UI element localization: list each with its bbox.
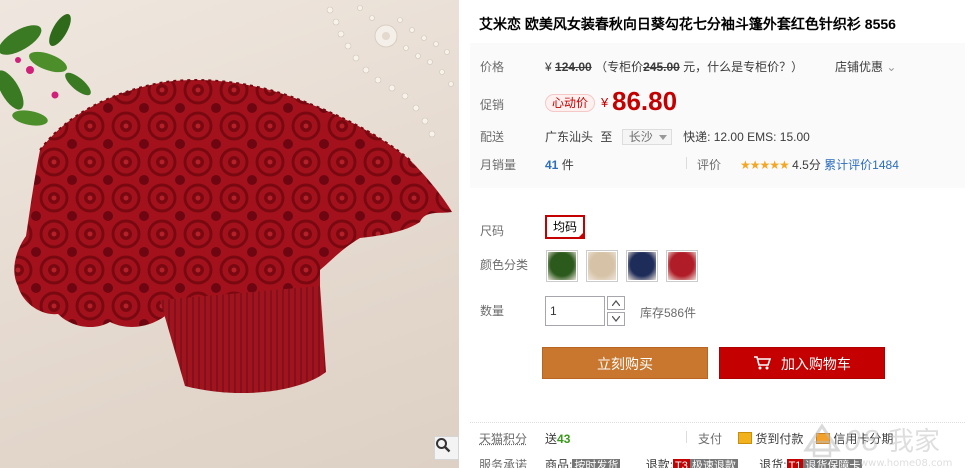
watermark-number: 08	[844, 424, 880, 457]
rating-score: 4.5分	[792, 158, 821, 172]
destination-city-select[interactable]: 长沙	[621, 129, 672, 145]
quantity-label: 数量	[480, 304, 505, 318]
original-price-row: ¥ 124.00 （专柜价245.00 元，什么是专柜价？）	[545, 58, 803, 75]
color-swatch-red[interactable]	[666, 250, 698, 282]
monthly-sales-unit: 件	[561, 158, 574, 172]
original-price: 124.00	[555, 60, 592, 74]
shipping-fees: 快递: 12.00 EMS: 15.00	[683, 130, 810, 144]
zoom-button[interactable]	[434, 436, 459, 460]
counter-price-help-link[interactable]: 什么是专柜价？	[707, 60, 791, 74]
quantity-decrease-button[interactable]	[607, 312, 625, 326]
promo-yen-symbol: ¥	[601, 95, 609, 110]
add-to-cart-label: 加入购物车	[780, 356, 851, 372]
caret-up-icon	[612, 300, 620, 306]
color-swatch-navy[interactable]	[626, 250, 658, 282]
shop-promo-dropdown[interactable]: 店铺优惠 ⌄	[835, 58, 896, 75]
watermark-url: www.home08.com	[860, 458, 952, 468]
color-swatch-green[interactable]	[546, 250, 578, 282]
stock-count: 库存586件	[640, 306, 697, 320]
shipping-row: 广东汕头 至 长沙 快递: 12.00 EMS: 15.00	[545, 128, 810, 145]
monthly-sales-label: 月销量	[480, 158, 517, 172]
service-refund-label: 退款:	[645, 458, 674, 468]
price-label: 价格	[480, 60, 505, 74]
caret-down-icon	[612, 316, 620, 322]
points-prefix: 送	[545, 432, 558, 446]
promo-price: 86.80	[612, 86, 678, 116]
buy-now-label: 立刻购买	[597, 356, 653, 372]
service-goods-tag[interactable]: 按时发货	[572, 459, 621, 468]
size-label: 尺码	[480, 224, 505, 238]
watermark-text: 我家	[888, 427, 940, 457]
pay-cod[interactable]: 货到付款	[738, 430, 803, 447]
swatch-image	[548, 252, 576, 280]
monthly-sales: 41 件	[545, 156, 574, 173]
points-value: 43	[557, 432, 571, 446]
promo-badge: 心动价	[545, 94, 596, 112]
service-goods-label: 商品:	[545, 458, 573, 468]
counter-price-unit: 元，	[683, 60, 708, 74]
counter-price-open: （专柜价	[595, 60, 644, 74]
counter-price: 245.00	[643, 60, 680, 74]
size-option-selected[interactable]: 均码	[545, 215, 585, 239]
shop-promo-label: 店铺优惠	[835, 60, 884, 74]
service-refund-tag[interactable]: 极速退款	[689, 459, 738, 468]
color-label: 颜色分类	[480, 258, 529, 272]
ship-from: 广东汕头	[545, 130, 594, 144]
pay-cod-label: 货到付款	[755, 432, 804, 446]
points: 送43	[545, 430, 570, 447]
service-refund-code: T3	[673, 459, 690, 468]
chevron-down-icon: ⌄	[886, 60, 897, 74]
swatch-image	[628, 252, 656, 280]
promo-label: 促销	[480, 98, 505, 112]
selected-corner-icon	[577, 231, 585, 239]
monthly-sales-count: 41	[545, 158, 559, 172]
watermark-logo: 08 我家 www.home08.com	[800, 412, 978, 468]
ship-to-word: 至	[600, 130, 613, 144]
product-photo[interactable]	[0, 0, 459, 468]
quantity-input[interactable]	[545, 296, 605, 326]
rating-label: 评价	[697, 158, 722, 172]
divider	[686, 431, 687, 443]
dropdown-arrow-icon	[658, 135, 667, 140]
magnifier-icon	[436, 438, 451, 453]
cod-icon	[738, 432, 752, 444]
buy-now-button[interactable]: 立刻购买	[542, 347, 708, 379]
product-image	[0, 5, 454, 394]
points-label[interactable]: 天猫积分	[479, 430, 527, 447]
shipping-label: 配送	[480, 130, 505, 144]
swatch-image	[668, 252, 696, 280]
service-label: 服务承诺	[479, 458, 528, 468]
swatch-image	[588, 252, 616, 280]
size-option-label: 均码	[552, 220, 577, 234]
rating-stars-icon: ★★★★★	[740, 158, 790, 172]
add-to-cart-button[interactable]: 加入购物车	[719, 347, 885, 379]
destination-city: 长沙	[628, 130, 653, 144]
cart-icon	[753, 349, 772, 381]
product-title: 艾米恋 欧美风女装春秋向日葵勾花七分袖斗篷外套红色针织衫 8556	[479, 16, 896, 32]
divider	[686, 157, 687, 169]
rating: ★★★★★ 4.5分 累计评价1484	[740, 156, 899, 173]
service-return-label: 退货:	[759, 458, 787, 468]
reviews-link[interactable]: 累计评价1484	[824, 158, 899, 172]
counter-price-close: ）	[791, 60, 804, 74]
pay-label: 支付	[698, 432, 723, 446]
quantity-increase-button[interactable]	[607, 296, 625, 310]
yen-symbol: ¥	[545, 60, 552, 74]
color-swatch-beige[interactable]	[586, 250, 618, 282]
